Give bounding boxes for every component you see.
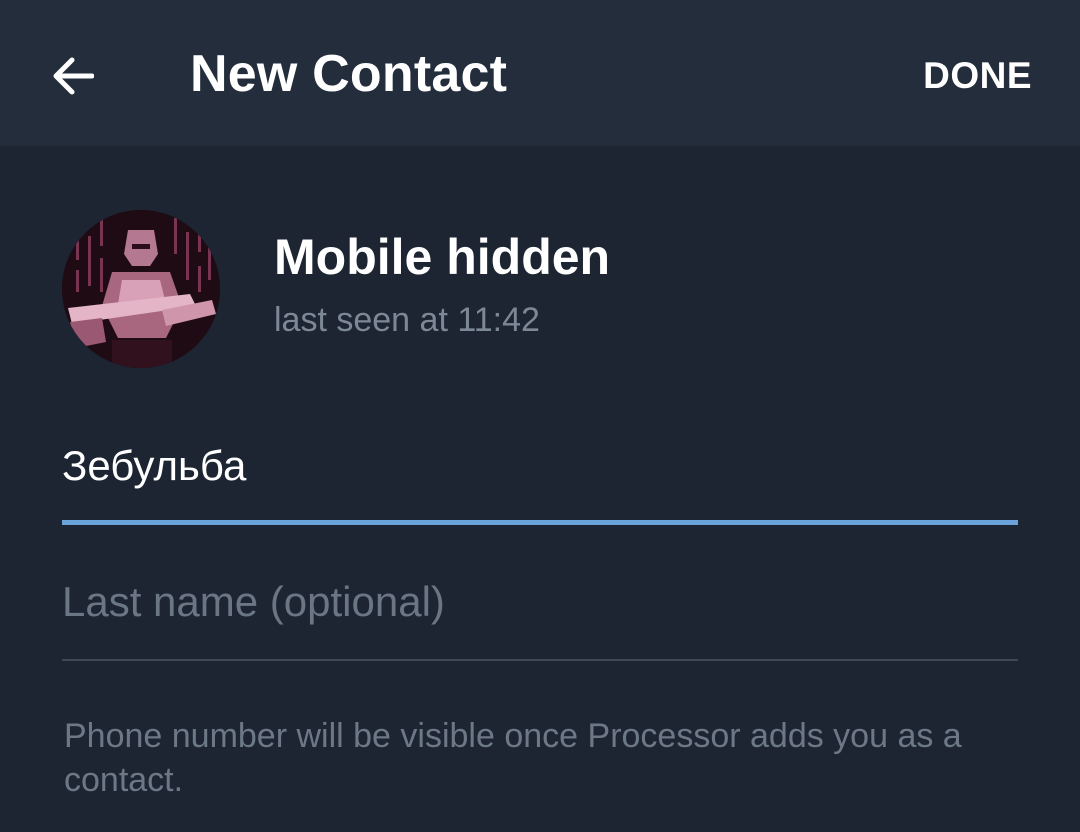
last-name-field-container	[62, 574, 1018, 630]
first-name-input[interactable]	[62, 438, 1018, 494]
app-bar: New Contact DONE	[0, 0, 1080, 146]
last-name-underline	[62, 659, 1018, 661]
done-button[interactable]: DONE	[923, 52, 1032, 100]
back-button[interactable]	[40, 46, 104, 106]
phone-visibility-hint: Phone number will be visible once Proces…	[64, 717, 962, 799]
last-seen-status: last seen at 11:42	[274, 301, 540, 339]
page-title: New Contact	[190, 45, 508, 103]
last-name-input[interactable]	[62, 574, 1018, 630]
contact-name: Mobile hidden	[274, 229, 611, 285]
arrow-left-icon	[50, 56, 94, 96]
first-name-field-container	[62, 438, 1018, 494]
first-name-underline	[62, 520, 1018, 525]
avatar[interactable]	[62, 210, 220, 368]
